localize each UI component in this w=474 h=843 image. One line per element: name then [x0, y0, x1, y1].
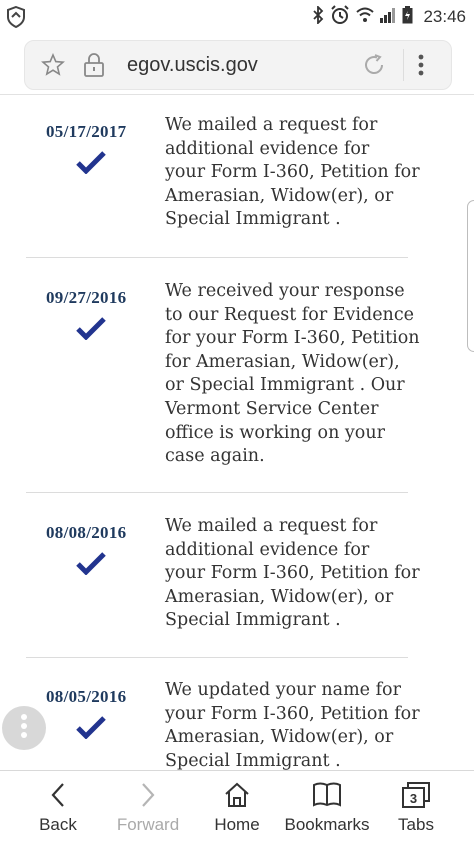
divider — [26, 657, 408, 658]
tabs-button[interactable]: 3 Tabs — [372, 771, 460, 843]
entry-text: We mailed a request for additional evide… — [165, 115, 420, 230]
url-text[interactable]: egov.uscis.gov — [127, 54, 258, 77]
entry-date: 05/17/2017 — [46, 122, 127, 141]
case-history-list: 05/17/2017 We mailed a request for addit… — [0, 94, 474, 770]
address-bar[interactable]: egov.uscis.gov — [24, 40, 452, 90]
bluetooth-icon — [312, 4, 324, 29]
scroll-handle[interactable] — [467, 200, 474, 352]
entry-date: 08/05/2016 — [46, 687, 127, 706]
forward-label: Forward — [116, 815, 180, 834]
checkmark-icon — [76, 551, 106, 580]
lock-icon — [83, 53, 105, 82]
more-vert-icon — [20, 713, 28, 744]
forward-arrow-icon — [138, 781, 158, 814]
signal-icon — [380, 7, 396, 28]
back-arrow-icon — [48, 781, 68, 814]
entry-text: We received your response to our Request… — [165, 281, 420, 467]
home-icon — [223, 781, 251, 814]
home-button[interactable]: Home — [193, 771, 281, 843]
clock-time: 23:46 — [423, 7, 466, 26]
bookmarks-label: Bookmarks — [284, 815, 370, 834]
entry-date: 09/27/2016 — [46, 288, 127, 307]
divider — [26, 257, 408, 258]
divider — [26, 492, 408, 493]
toolbar-divider — [403, 49, 404, 81]
tab-count: 3 — [410, 791, 417, 806]
bookmarks-button[interactable]: Bookmarks — [283, 771, 371, 843]
bottom-navigation: Back Forward Home Bookmarks 3 Tabs — [0, 770, 474, 843]
entry-text: We updated your name for your Form I-360… — [165, 680, 420, 770]
status-bar: 23:46 — [0, 0, 474, 34]
star-icon[interactable] — [41, 52, 65, 82]
tabs-icon: 3 — [401, 781, 431, 814]
bookmarks-icon — [312, 781, 342, 814]
floating-menu-button[interactable] — [2, 706, 46, 750]
more-vert-icon[interactable] — [417, 53, 425, 82]
home-label: Home — [214, 815, 260, 834]
tabs-label: Tabs — [398, 815, 434, 834]
battery-icon — [402, 5, 413, 29]
checkmark-icon — [76, 150, 106, 179]
shield-icon — [6, 5, 26, 33]
back-label: Back — [39, 815, 77, 834]
checkmark-icon — [76, 316, 106, 345]
reload-icon[interactable] — [361, 52, 387, 83]
alarm-icon — [330, 4, 350, 30]
entry-text: We mailed a request for additional evide… — [165, 516, 420, 631]
forward-button[interactable]: Forward — [104, 771, 192, 843]
checkmark-icon — [76, 715, 106, 744]
browser-toolbar: egov.uscis.gov — [0, 34, 474, 95]
back-button[interactable]: Back — [14, 771, 102, 843]
entry-date: 08/08/2016 — [46, 523, 127, 542]
wifi-icon — [356, 7, 375, 28]
